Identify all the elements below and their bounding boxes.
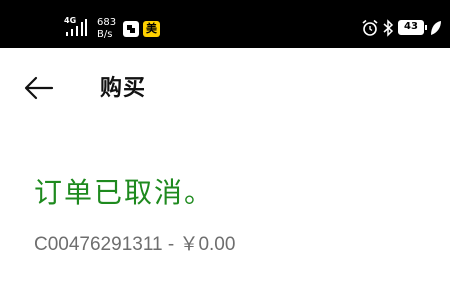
page-title: 购买: [100, 76, 147, 101]
order-amount: ￥0.00: [179, 234, 236, 255]
alarm-icon: [362, 19, 378, 36]
app-notification-icon: [123, 21, 139, 37]
leaf-icon: [431, 21, 441, 35]
order-id: C00476291311: [34, 234, 163, 255]
order-detail-line: C00476291311 - ￥0.00: [34, 233, 235, 257]
battery-icon: 43: [398, 20, 427, 35]
order-separator: -: [162, 234, 180, 255]
status-right-group: 43: [350, 19, 450, 39]
status-bar: 4G 683 B/s 美 43: [0, 0, 450, 48]
network-speed-unit: B/s: [97, 29, 113, 40]
meituan-icon: 美: [143, 21, 160, 37]
network-speed: 683 B/s: [97, 17, 119, 41]
order-status-text: 订单已取消。: [34, 176, 215, 209]
arrow-left-icon[interactable]: [22, 74, 56, 102]
network-speed-value: 683: [97, 17, 117, 28]
network-type-label: 4G: [64, 16, 77, 25]
header: 购买: [0, 48, 450, 128]
bluetooth-icon: [383, 19, 394, 37]
